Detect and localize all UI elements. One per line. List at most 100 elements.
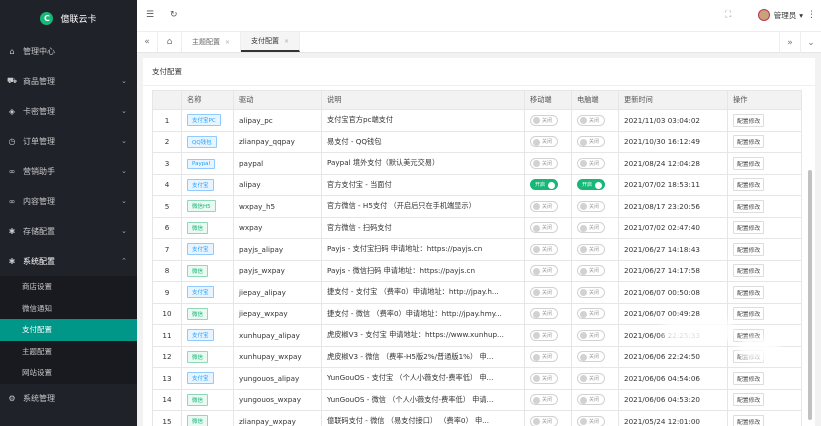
sidebar-item-system-config[interactable]: ✱ 系统配置 ⌃	[0, 246, 137, 276]
toggle-switch[interactable]: 关闭	[577, 243, 605, 255]
tab-scroll-left-icon[interactable]: «	[137, 32, 158, 52]
toggle-switch[interactable]: 关闭	[530, 136, 558, 148]
tab-options-icon[interactable]: ⌄	[800, 32, 821, 53]
column-header: 移动端	[524, 90, 572, 110]
pc-cell: 关闭	[571, 130, 619, 153]
toggle-switch[interactable]: 关闭	[577, 114, 605, 126]
toggle-switch[interactable]: 开启	[530, 179, 558, 191]
mobile-cell: 关闭	[524, 152, 572, 175]
toggle-switch[interactable]: 关闭	[530, 415, 558, 426]
toggle-switch[interactable]: 关闭	[530, 157, 558, 169]
table-scrollbar[interactable]	[808, 170, 812, 420]
sidebar-item-system-manage[interactable]: ⚙ 系统管理	[0, 384, 137, 414]
driver-cell: alipay_pc	[233, 109, 322, 132]
toggle-switch[interactable]: 关闭	[530, 243, 558, 255]
toggle-switch[interactable]: 关闭	[530, 308, 558, 320]
tab-scroll-right-icon[interactable]: »	[779, 32, 800, 53]
sidebar-item-label: 卡密管理	[23, 106, 55, 116]
edit-config-button[interactable]: 配置修改	[733, 199, 765, 213]
toggle-switch[interactable]: 关闭	[530, 200, 558, 212]
toggle-switch[interactable]: 关闭	[530, 114, 558, 126]
edit-config-button[interactable]: 配置修改	[733, 156, 765, 170]
edit-config-button[interactable]: 配置修改	[733, 371, 765, 385]
driver-cell: jiepay_wxpay	[233, 302, 322, 325]
toggle-switch[interactable]: 关闭	[530, 222, 558, 234]
toggle-switch[interactable]: 关闭	[577, 308, 605, 320]
row-id: 8	[152, 259, 182, 282]
name-badge: 微信	[187, 350, 209, 363]
edit-config-button[interactable]: 配置修改	[733, 414, 765, 426]
close-icon[interactable]: ×	[284, 38, 289, 45]
table-row: 9 支付宝 jiepay_alipay 捷支付 - 支付宝 （费率0）申请地址：htt…	[152, 281, 802, 304]
edit-config-button[interactable]: 配置修改	[733, 242, 765, 256]
sidebar-item[interactable]: ⌂ 管理中心	[0, 36, 137, 66]
sidebar-item[interactable]: ◈ 卡密管理 ⌄	[0, 96, 137, 126]
sidebar-subitem[interactable]: 网站设置	[0, 362, 137, 384]
more-vertical-icon[interactable]: ⋮	[807, 10, 816, 20]
toggle-switch[interactable]: 关闭	[577, 415, 605, 426]
sidebar-subitem[interactable]: 主题配置	[0, 341, 137, 363]
sidebar-subitem[interactable]: 支付配置	[0, 319, 137, 341]
edit-config-button[interactable]: 配置修改	[733, 113, 765, 127]
fullscreen-icon[interactable]: ⛶	[725, 10, 731, 20]
edit-config-button[interactable]: 配置修改	[733, 307, 765, 321]
edit-config-button[interactable]: 配置修改	[733, 221, 765, 235]
mobile-cell: 关闭	[524, 238, 572, 261]
user-menu[interactable]: 管理员 ▾	[757, 9, 803, 21]
toggle-switch[interactable]: 关闭	[530, 394, 558, 406]
sidebar-item-label: 商品管理	[23, 76, 55, 86]
card-title: 支付配置	[143, 58, 815, 86]
edit-config-button[interactable]: 配置修改	[733, 135, 765, 149]
chevron-up-icon: ⌃	[121, 257, 127, 265]
sidebar-item[interactable]: ∞ 营销助手 ⌄	[0, 156, 137, 186]
toggle-switch[interactable]: 关闭	[577, 286, 605, 298]
tab-payment-config[interactable]: 支付配置 ×	[241, 32, 301, 52]
desc-cell: 官方微信 - H5支付 （开启后只在手机端显示）	[321, 195, 525, 218]
close-icon[interactable]: ×	[225, 39, 230, 46]
toggle-switch[interactable]: 关闭	[577, 157, 605, 169]
name-cell: QQ钱包	[181, 130, 234, 153]
time-cell: 2021/10/30 16:12:49	[618, 130, 728, 153]
toggle-switch[interactable]: 关闭	[577, 136, 605, 148]
driver-cell: paypal	[233, 152, 322, 175]
toggle-switch[interactable]: 关闭	[577, 351, 605, 363]
table-row: 13 支付宝 yungouos_alipay YunGouOS - 支付宝 （个人小薇…	[152, 367, 802, 390]
toggle-switch[interactable]: 关闭	[530, 351, 558, 363]
desc-cell: 支付宝官方pc端支付	[321, 109, 525, 132]
sidebar-item[interactable]: ∞ 内容管理 ⌄	[0, 186, 137, 216]
sidebar-item[interactable]: ✱ 存储配置 ⌄	[0, 216, 137, 246]
toggle-switch[interactable]: 关闭	[530, 286, 558, 298]
mobile-cell: 关闭	[524, 259, 572, 282]
refresh-icon[interactable]: ↻	[170, 10, 178, 20]
table-row: 3 Paypal paypal Paypal 境外支付（默认美元交易） 关闭 关闭 2021…	[152, 152, 802, 175]
chevron-down-icon: ⌄	[121, 227, 127, 235]
toggle-switch[interactable]: 关闭	[577, 394, 605, 406]
tab-theme-config[interactable]: 主题配置 ×	[182, 32, 242, 52]
toggle-switch[interactable]: 关闭	[577, 200, 605, 212]
toggle-switch[interactable]: 关闭	[577, 329, 605, 341]
brand-logo[interactable]: C 億联云卡	[0, 0, 137, 36]
name-cell: 支付宝	[181, 367, 234, 390]
sidebar-subitem[interactable]: 商店设置	[0, 276, 137, 298]
edit-config-button[interactable]: 配置修改	[733, 178, 765, 192]
toggle-switch[interactable]: 关闭	[577, 372, 605, 384]
home-icon[interactable]: ⌂	[158, 32, 182, 52]
toggle-switch[interactable]: 关闭	[577, 265, 605, 277]
toggle-switch[interactable]: 关闭	[530, 329, 558, 341]
sidebar: C 億联云卡 ⌂ 管理中心 ⛟ 商品管理 ⌄ ◈ 卡密管理 ⌄ ◷ 订单管理 ⌄ ∞ 营销助手 ⌄ ∞ 内容管…	[0, 0, 137, 426]
sidebar-subitem[interactable]: 微信通知	[0, 298, 137, 320]
sidebar-item[interactable]: ◷ 订单管理 ⌄	[0, 126, 137, 156]
edit-config-button[interactable]: 配置修改	[733, 393, 765, 407]
action-cell: 配置修改	[727, 388, 802, 411]
menu-toggle-icon[interactable]: ☰	[146, 10, 154, 20]
toggle-switch[interactable]: 关闭	[530, 372, 558, 384]
toggle-switch[interactable]: 关闭	[577, 222, 605, 234]
toggle-switch[interactable]: 开启	[577, 179, 605, 191]
payment-config-card: 支付配置 名称 驱动 说明 移动端 电脑端 更新时间 操作 1 支付宝PC alipay_pc 支…	[143, 58, 815, 426]
edit-config-button[interactable]: 配置修改	[733, 264, 765, 278]
sidebar-item[interactable]: ⛟ 商品管理 ⌄	[0, 66, 137, 96]
row-id: 10	[152, 302, 182, 325]
toggle-switch[interactable]: 关闭	[530, 265, 558, 277]
edit-config-button[interactable]: 配置修改	[733, 285, 765, 299]
name-badge: 支付宝	[187, 372, 214, 385]
